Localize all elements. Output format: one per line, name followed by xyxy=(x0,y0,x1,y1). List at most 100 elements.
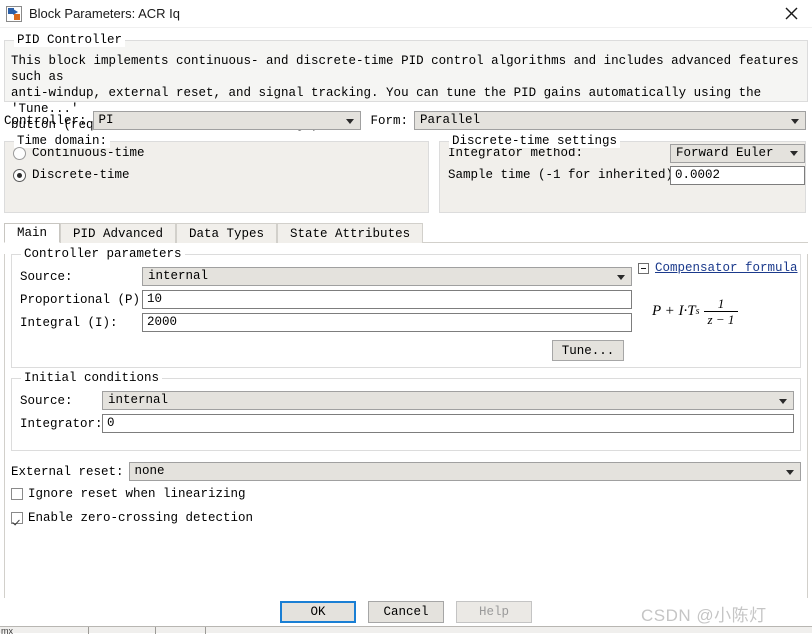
sample-time-label: Sample time (-1 for inherited): xyxy=(448,168,681,182)
initial-integrator-label: Integrator: xyxy=(20,416,103,431)
initial-conditions-groupbox: Initial conditions Source: internal Inte… xyxy=(11,371,801,451)
initial-source-value: internal xyxy=(108,393,169,407)
formula-fraction: 1 z − 1 xyxy=(703,296,739,327)
form-dropdown-value: Parallel xyxy=(420,113,481,127)
dialog-button-bar: OK Cancel Help xyxy=(0,598,812,626)
controller-parameters-legend: Controller parameters xyxy=(21,247,185,261)
tune-button[interactable]: Tune... xyxy=(552,340,624,361)
controller-source-label: Source: xyxy=(20,269,73,284)
external-reset-dropdown[interactable]: none xyxy=(128,462,801,481)
taskbar-label: mx xyxy=(1,626,13,636)
collapse-expander-icon[interactable] xyxy=(638,262,649,274)
sample-time-value: 0.0002 xyxy=(675,167,721,182)
tab-main-label: Main xyxy=(17,226,48,240)
time-domain-and-discrete-row: Time domain: Continuous-time Discrete-ti… xyxy=(4,134,806,213)
external-reset-value: none xyxy=(134,464,165,478)
form-dropdown[interactable]: Parallel xyxy=(414,111,806,130)
chevron-down-icon xyxy=(791,118,799,124)
formula-lead: P + I·T xyxy=(652,303,696,319)
formula-denominator: z − 1 xyxy=(707,312,735,327)
external-reset-row: External reset: none xyxy=(11,462,801,481)
close-icon[interactable] xyxy=(770,0,812,27)
chevron-down-icon xyxy=(790,151,798,156)
compensator-formula-header[interactable]: Compensator formula xyxy=(638,261,800,275)
checkbox-enable-zero-crossing-detection[interactable]: Enable zero-crossing detection xyxy=(5,507,807,529)
time-domain-groupbox: Time domain: Continuous-time Discrete-ti… xyxy=(4,134,429,213)
controller-source-row: Source: internal xyxy=(12,265,632,288)
tune-button-label: Tune... xyxy=(561,343,615,358)
window-titlebar: Block Parameters: ACR Iq xyxy=(0,0,812,28)
description-groupbox: PID Controller This block implements con… xyxy=(4,33,808,132)
compensator-formula-link[interactable]: Compensator formula xyxy=(655,261,798,275)
help-button-label: Help xyxy=(478,605,509,619)
tabstrip: Main PID Advanced Data Types State Attri… xyxy=(4,222,808,243)
initial-conditions-legend: Initial conditions xyxy=(21,371,163,385)
integrator-method-value: Forward Euler xyxy=(676,145,774,160)
tab-state-attributes-label: State Attributes xyxy=(290,226,411,241)
controller-parameters-groupbox: Controller parameters Source: internal P… xyxy=(11,247,801,368)
tab-pid-advanced[interactable]: PID Advanced xyxy=(60,223,177,243)
integral-label: Integral (I): xyxy=(20,315,118,330)
radio-discrete-time-indicator xyxy=(13,168,26,182)
radio-continuous-time-label: Continuous-time xyxy=(32,146,145,160)
compensator-formula-expression: P + I·T s 1 z − 1 xyxy=(638,297,800,326)
initial-integrator-input[interactable]: 0 xyxy=(102,414,794,433)
compensator-formula-panel: Compensator formula P + I·T s 1 z − 1 xyxy=(632,255,800,361)
initial-source-row: Source: internal xyxy=(12,389,800,412)
controller-dropdown[interactable]: PI xyxy=(92,111,361,130)
controller-source-dropdown[interactable]: internal xyxy=(142,267,632,286)
checkbox-zero-crossing-label: Enable zero-crossing detection xyxy=(28,511,254,525)
tab-data-types-label: Data Types xyxy=(189,226,265,241)
radio-discrete-time-label: Discrete-time xyxy=(32,168,130,182)
tab-data-types[interactable]: Data Types xyxy=(176,223,278,243)
initial-source-label: Source: xyxy=(20,393,73,408)
integrator-method-label: Integrator method: xyxy=(448,146,584,160)
simulink-block-icon xyxy=(6,5,22,22)
cancel-button-label: Cancel xyxy=(383,605,429,619)
integral-input[interactable]: 2000 xyxy=(142,313,632,332)
description-legend: PID Controller xyxy=(14,33,126,47)
discrete-settings-legend: Discrete-time settings xyxy=(449,134,621,148)
chevron-down-icon xyxy=(786,469,794,475)
external-reset-label: External reset: xyxy=(11,464,124,479)
tune-button-row: Tune... xyxy=(12,334,632,361)
chevron-down-icon xyxy=(617,274,625,280)
formula-numerator: 1 xyxy=(717,296,725,311)
cancel-button[interactable]: Cancel xyxy=(368,601,444,623)
integral-row: Integral (I): 2000 xyxy=(12,311,632,334)
checkbox-ignore-reset-label: Ignore reset when linearizing xyxy=(28,487,246,501)
window-title: Block Parameters: ACR Iq xyxy=(29,6,180,21)
initial-source-dropdown[interactable]: internal xyxy=(102,391,794,410)
sample-time-input[interactable]: 0.0002 xyxy=(670,165,805,185)
sample-time-row: Sample time (-1 for inherited): 0.0002 xyxy=(440,164,805,186)
initial-integrator-row: Integrator: 0 xyxy=(12,412,800,435)
tabstrip-filler xyxy=(423,222,808,243)
tabpage-main: Controller parameters Source: internal P… xyxy=(4,247,808,601)
tab-state-attributes[interactable]: State Attributes xyxy=(277,223,424,243)
proportional-label: Proportional (P): xyxy=(20,292,148,307)
radio-discrete-time[interactable]: Discrete-time xyxy=(5,164,428,186)
checkbox-zero-crossing-indicator xyxy=(11,512,23,524)
integrator-method-dropdown[interactable]: Forward Euler xyxy=(670,143,805,163)
proportional-row: Proportional (P): 10 xyxy=(12,288,632,311)
formula-lead-subscript: s xyxy=(695,306,700,317)
checkbox-ignore-reset-when-linearizing[interactable]: Ignore reset when linearizing xyxy=(5,483,807,505)
chevron-down-icon xyxy=(779,398,787,404)
radio-continuous-time-indicator xyxy=(13,146,26,160)
controller-source-value: internal xyxy=(148,269,209,283)
help-button[interactable]: Help xyxy=(456,601,532,623)
chevron-down-icon xyxy=(345,118,354,124)
taskbar-strip: mx xyxy=(0,626,812,636)
proportional-value: 10 xyxy=(147,292,163,306)
ok-button-label: OK xyxy=(310,605,326,619)
checkbox-ignore-reset-indicator xyxy=(11,488,23,500)
time-domain-legend: Time domain: xyxy=(14,134,111,148)
initial-integrator-value: 0 xyxy=(107,416,115,430)
proportional-input[interactable]: 10 xyxy=(142,290,632,309)
tab-pid-advanced-label: PID Advanced xyxy=(73,226,164,241)
controller-dropdown-value: PI xyxy=(98,113,114,127)
tab-main[interactable]: Main xyxy=(4,223,61,243)
integral-value: 2000 xyxy=(147,315,178,329)
discrete-settings-groupbox: Discrete-time settings Integrator method… xyxy=(439,134,806,213)
ok-button[interactable]: OK xyxy=(280,601,356,623)
